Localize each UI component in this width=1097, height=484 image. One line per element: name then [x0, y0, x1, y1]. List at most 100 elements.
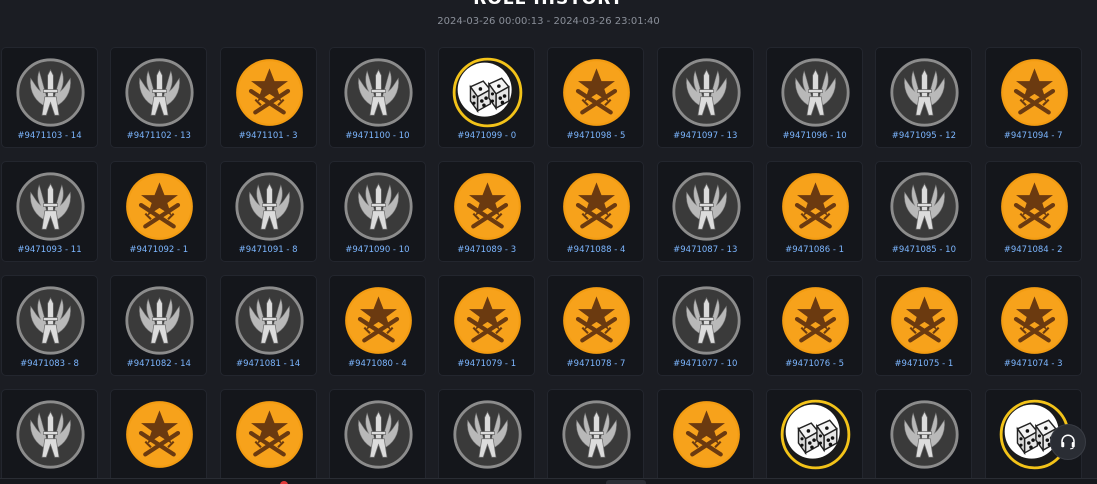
t-emblem-icon: [561, 285, 632, 356]
t-emblem-icon: [889, 285, 960, 356]
t-emblem-icon: [780, 171, 851, 242]
t-emblem-icon: [561, 57, 632, 128]
roll-grid: #9471103 - 14 #9471102 - 13 #9471101 - 3: [1, 47, 1082, 484]
roll-tile[interactable]: #9471093 - 11: [1, 161, 98, 262]
t-emblem-icon: [343, 285, 414, 356]
ct-emblem-icon: [452, 399, 523, 470]
ct-emblem-icon: [124, 57, 195, 128]
roll-tile[interactable]: #9471077 - 10: [656, 275, 754, 376]
roll-tile[interactable]: [875, 389, 973, 484]
roll-label: #9471074 - 3: [1003, 359, 1063, 369]
roll-tile[interactable]: #9471101 - 3: [219, 47, 317, 148]
roll-tile[interactable]: [328, 389, 426, 484]
roll-label: #9471091 - 8: [238, 245, 298, 255]
ct-emblem-icon: [671, 285, 742, 356]
roll-tile[interactable]: [766, 389, 864, 484]
t-emblem-icon: [124, 399, 195, 470]
roll-label: #9471082 - 14: [126, 359, 191, 369]
roll-label: #9471079 - 1: [457, 359, 517, 369]
roll-label: #9471084 - 2: [1003, 245, 1063, 255]
roll-label: #9471096 - 10: [782, 131, 847, 141]
dice-icon: [780, 399, 851, 470]
t-emblem-icon: [124, 171, 195, 242]
roll-label: #9471078 - 7: [566, 359, 626, 369]
roll-label: #9471089 - 3: [457, 245, 517, 255]
roll-tile[interactable]: #9471088 - 4: [547, 161, 645, 262]
roll-tile[interactable]: #9471078 - 7: [547, 275, 645, 376]
support-chat-button[interactable]: [1050, 424, 1086, 460]
roll-tile[interactable]: #9471090 - 10: [328, 161, 426, 262]
ct-emblem-icon: [889, 57, 960, 128]
ct-emblem-icon: [124, 285, 195, 356]
roll-label: #9471098 - 5: [566, 131, 626, 141]
roll-label: #9471092 - 1: [129, 245, 189, 255]
ct-emblem-icon: [889, 171, 960, 242]
ct-emblem-icon: [15, 285, 86, 356]
roll-tile[interactable]: #9471085 - 10: [875, 161, 973, 262]
footer-tab[interactable]: [606, 480, 646, 484]
t-emblem-icon: [234, 57, 305, 128]
roll-tile[interactable]: #9471080 - 4: [328, 275, 426, 376]
roll-tile[interactable]: [219, 389, 317, 484]
roll-label: #9471093 - 11: [17, 245, 82, 255]
roll-tile[interactable]: #9471076 - 5: [766, 275, 864, 376]
roll-tile[interactable]: #9471099 - 0: [438, 47, 536, 148]
ct-emblem-icon: [15, 171, 86, 242]
t-emblem-icon: [234, 399, 305, 470]
roll-tile[interactable]: #9471098 - 5: [547, 47, 645, 148]
roll-tile[interactable]: #9471096 - 10: [766, 47, 864, 148]
t-emblem-icon: [780, 285, 851, 356]
ct-emblem-icon: [671, 171, 742, 242]
roll-tile[interactable]: #9471087 - 13: [656, 161, 754, 262]
ct-emblem-icon: [343, 57, 414, 128]
roll-tile[interactable]: [656, 389, 754, 484]
roll-tile[interactable]: #9471082 - 14: [110, 275, 208, 376]
roll-tile[interactable]: #9471102 - 13: [110, 47, 208, 148]
roll-label: #9471101 - 3: [238, 131, 298, 141]
roll-tile[interactable]: [110, 389, 208, 484]
t-emblem-icon: [561, 171, 632, 242]
page-title: ROLL HISTORY: [0, 0, 1097, 8]
roll-tile[interactable]: #9471083 - 8: [1, 275, 98, 376]
t-emblem-icon: [452, 285, 523, 356]
roll-label: #9471097 - 13: [673, 131, 738, 141]
roll-label: #9471086 - 1: [785, 245, 844, 255]
roll-label: #9471081 - 14: [235, 359, 301, 369]
roll-tile[interactable]: #9471075 - 1: [875, 275, 973, 376]
t-emblem-icon: [999, 285, 1070, 356]
ct-emblem-icon: [234, 285, 305, 356]
roll-tile[interactable]: #9471074 - 3: [984, 275, 1082, 376]
roll-label: #9471075 - 1: [894, 359, 954, 369]
t-emblem-icon: [999, 171, 1070, 242]
roll-tile[interactable]: #9471081 - 14: [219, 275, 317, 376]
ct-emblem-icon: [780, 57, 851, 128]
roll-tile[interactable]: [1, 389, 98, 484]
roll-label: #9471099 - 0: [457, 131, 517, 141]
roll-label: #9471103 - 14: [17, 131, 82, 141]
t-emblem-icon: [999, 57, 1070, 128]
roll-tile[interactable]: #9471086 - 1: [766, 161, 864, 262]
headset-icon: [1061, 434, 1075, 450]
ct-emblem-icon: [343, 399, 414, 470]
roll-tile[interactable]: #9471079 - 1: [438, 275, 536, 376]
t-emblem-icon: [452, 171, 523, 242]
ct-emblem-icon: [671, 57, 742, 128]
roll-label: #9471077 - 10: [673, 359, 738, 369]
roll-label: #9471100 - 10: [345, 131, 410, 141]
roll-tile[interactable]: #9471103 - 14: [1, 47, 98, 148]
ct-emblem-icon: [889, 399, 960, 470]
roll-tile[interactable]: #9471091 - 8: [219, 161, 317, 262]
roll-tile[interactable]: [438, 389, 536, 484]
roll-tile[interactable]: #9471095 - 12: [875, 47, 973, 148]
roll-tile[interactable]: #9471089 - 3: [438, 161, 536, 262]
roll-tile[interactable]: #9471100 - 10: [328, 47, 426, 148]
ct-emblem-icon: [15, 399, 86, 470]
roll-tile[interactable]: [547, 389, 645, 484]
date-range: 2024-03-26 00:00:13 - 2024-03-26 23:01:4…: [437, 16, 660, 27]
roll-tile[interactable]: #9471097 - 13: [656, 47, 754, 148]
roll-label: #9471087 - 13: [673, 245, 738, 255]
roll-tile[interactable]: #9471084 - 2: [984, 161, 1082, 262]
roll-tile[interactable]: #9471094 - 7: [984, 47, 1082, 148]
ct-emblem-icon: [234, 171, 305, 242]
roll-tile[interactable]: #9471092 - 1: [110, 161, 208, 262]
